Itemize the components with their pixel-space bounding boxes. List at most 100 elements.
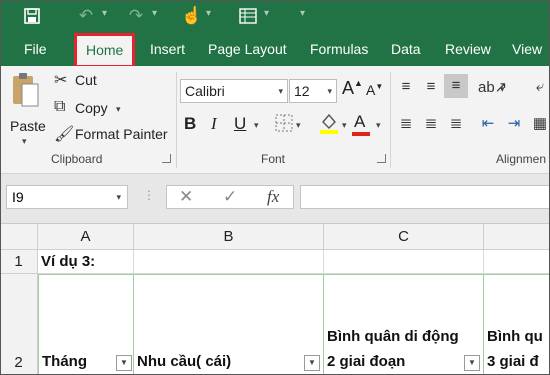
ribbon: Paste ▾ ✂ Cut ⧉ Copy ▾ 🖌 Format Painter …: [0, 66, 550, 174]
column-header-d[interactable]: [484, 224, 550, 250]
font-launcher-icon[interactable]: [377, 154, 386, 163]
group-separator: [390, 72, 391, 168]
font-color-dropdown-icon[interactable]: ▾: [376, 120, 381, 131]
formula-input[interactable]: [300, 185, 550, 209]
orientation-dropdown-icon[interactable]: ▾: [500, 84, 505, 95]
name-box[interactable]: I9 ▾: [6, 185, 128, 209]
select-all-corner[interactable]: [0, 224, 38, 250]
name-box-value: I9: [12, 189, 24, 205]
format-painter-button[interactable]: Format Painter: [75, 126, 168, 142]
cell-a1[interactable]: Ví dụ 3:: [38, 250, 134, 274]
increase-font-size-button[interactable]: A▲: [342, 78, 363, 99]
font-size-value: 12: [294, 83, 310, 99]
clipboard-group-label: Clipboard: [51, 152, 103, 166]
cell-c1[interactable]: [324, 250, 484, 274]
paste-button[interactable]: Paste ▾: [6, 72, 46, 147]
clipboard-launcher-icon[interactable]: [162, 154, 171, 163]
fill-color-dropdown-icon[interactable]: ▾: [342, 120, 347, 131]
touch-mode-icon[interactable]: ☝: [180, 4, 204, 28]
paste-label: Paste: [10, 118, 46, 134]
format-painter-icon: 🖌: [54, 126, 75, 143]
formula-buttons: ✕ ✓ fx: [166, 185, 294, 209]
tab-page-layout[interactable]: Page Layout: [208, 32, 287, 66]
ribbon-tabs: File Home Insert Page Layout Formulas Da…: [0, 32, 550, 68]
font-group-label: Font: [261, 152, 286, 166]
wrap-text-icon[interactable]: ⤶: [530, 78, 550, 95]
align-right-icon[interactable]: ≣: [446, 114, 466, 132]
decrease-indent-icon[interactable]: ⇤: [478, 114, 498, 132]
cut-icon: ✂: [54, 72, 68, 89]
undo-dropdown-icon[interactable]: ▾: [102, 8, 107, 19]
row-header-2[interactable]: 2: [0, 274, 38, 375]
redo-dropdown-icon[interactable]: ▾: [152, 8, 157, 19]
form-icon[interactable]: [236, 4, 260, 28]
font-size-select[interactable]: 12 ▾: [289, 79, 337, 103]
copy-button[interactable]: Copy: [75, 100, 108, 116]
cell-b2-text: Nhu cầu( cái): [137, 353, 232, 370]
cancel-icon[interactable]: ✕: [179, 186, 193, 208]
column-header-b[interactable]: B: [134, 224, 324, 250]
paste-dropdown-icon[interactable]: ▾: [22, 136, 27, 147]
column-header-c[interactable]: C: [324, 224, 484, 250]
touch-dropdown-icon[interactable]: ▾: [206, 8, 211, 19]
chevron-down-icon: ▾: [116, 192, 121, 202]
font-color-letter: A: [354, 112, 366, 131]
tab-formulas[interactable]: Formulas: [310, 32, 368, 66]
enter-icon[interactable]: ✓: [223, 186, 237, 208]
font-color-swatch: [352, 132, 370, 136]
borders-dropdown-icon[interactable]: ▾: [296, 120, 301, 131]
cell-a2-text: Tháng: [42, 353, 87, 370]
undo-icon[interactable]: ↶: [74, 4, 98, 28]
customize-toolbar-icon[interactable]: ▾: [300, 8, 305, 19]
italic-button[interactable]: I: [211, 114, 217, 134]
merge-center-icon[interactable]: ▦: [530, 114, 550, 132]
insert-function-button[interactable]: fx: [267, 186, 279, 208]
top-align-icon[interactable]: ≡: [396, 78, 416, 95]
tab-home[interactable]: Home: [74, 33, 136, 68]
align-center-icon[interactable]: ≣: [421, 114, 441, 132]
copy-dropdown-icon[interactable]: ▾: [116, 104, 121, 115]
cell-b1[interactable]: [134, 250, 324, 274]
filter-dropdown-icon[interactable]: ▼: [116, 355, 132, 371]
filter-dropdown-icon[interactable]: ▼: [464, 355, 480, 371]
underline-dropdown-icon[interactable]: ▾: [254, 120, 259, 131]
middle-align-icon[interactable]: ≡: [421, 78, 441, 95]
redo-icon[interactable]: ↷: [124, 4, 148, 28]
chevron-down-icon: ▾: [278, 86, 283, 96]
cell-d1[interactable]: [484, 250, 550, 274]
alignment-group-label: Alignmen: [496, 152, 547, 166]
cell-a2[interactable]: Tháng ▼: [38, 274, 134, 375]
tab-data[interactable]: Data: [391, 32, 421, 66]
tab-view[interactable]: View: [512, 32, 542, 66]
cell-b2[interactable]: Nhu cầu( cái) ▼: [134, 274, 324, 375]
cell-d2-line1: Bình qu: [487, 328, 543, 345]
formula-bar-grip-icon[interactable]: ⋮: [143, 188, 155, 202]
decrease-font-size-button[interactable]: A▼: [366, 82, 383, 98]
increase-indent-icon[interactable]: ⇥: [504, 114, 524, 132]
font-color-button[interactable]: A: [352, 112, 370, 136]
cut-button[interactable]: Cut: [75, 72, 97, 88]
form-dropdown-icon[interactable]: ▾: [264, 8, 269, 19]
font-name-select[interactable]: Calibri ▾: [180, 79, 288, 103]
bottom-align-icon[interactable]: ≡: [444, 74, 468, 98]
column-header-a[interactable]: A: [38, 224, 134, 250]
cell-d2[interactable]: Bình qu 3 giai đ: [484, 274, 550, 375]
spreadsheet-grid: A B C 1 2 Ví dụ 3: Tháng ▼ Nhu cầu( cái)…: [0, 224, 550, 375]
tab-review[interactable]: Review: [445, 32, 491, 66]
underline-button[interactable]: U: [234, 114, 246, 134]
bold-button[interactable]: B: [184, 114, 196, 134]
fill-color-icon[interactable]: [318, 112, 340, 139]
save-icon[interactable]: [20, 4, 44, 28]
orientation-icon[interactable]: ab↗: [478, 78, 507, 96]
group-separator: [176, 72, 177, 168]
borders-icon[interactable]: [274, 114, 294, 134]
tab-insert[interactable]: Insert: [150, 32, 185, 66]
cell-d2-line2: 3 giai đ: [487, 353, 539, 370]
cell-c2-line2: 2 giai đoạn: [327, 353, 406, 370]
row-header-1[interactable]: 1: [0, 250, 38, 274]
filter-dropdown-icon[interactable]: ▼: [304, 355, 320, 371]
cell-c2[interactable]: Bình quân di động 2 giai đoạn ▼: [324, 274, 484, 375]
tab-file[interactable]: File: [24, 32, 47, 66]
paste-icon: [13, 73, 39, 107]
align-left-icon[interactable]: ≣: [396, 114, 416, 132]
